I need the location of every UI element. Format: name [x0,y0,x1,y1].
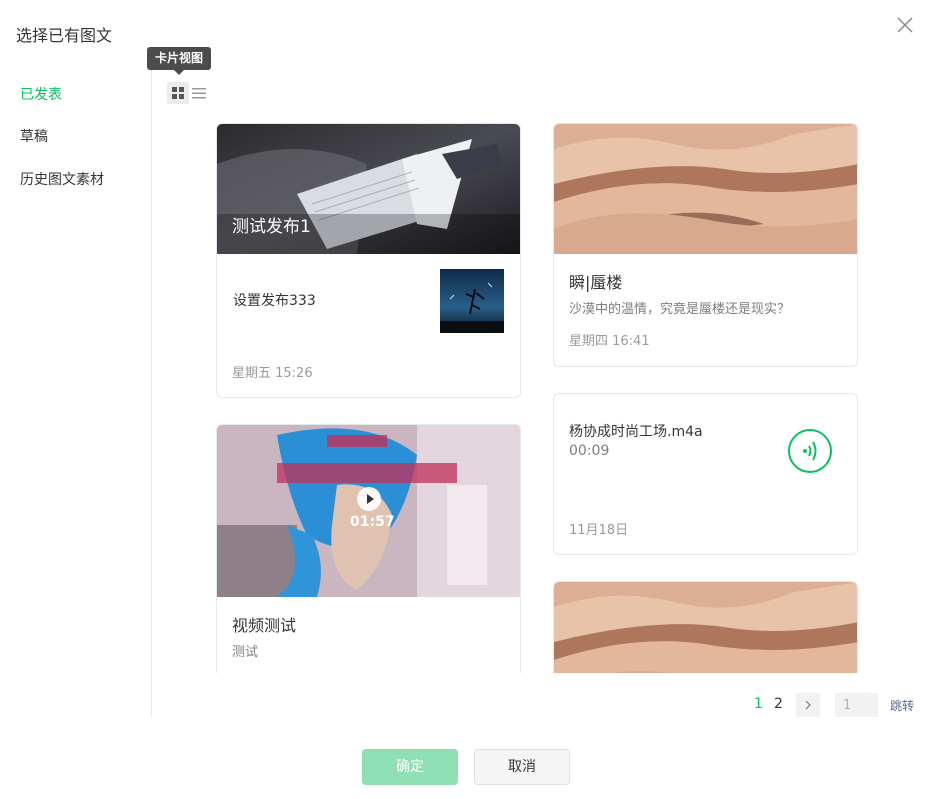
video-duration: 01:57 [350,514,395,530]
play-icon[interactable] [357,487,381,511]
cover-image [554,124,857,254]
close-icon[interactable] [893,13,917,37]
page-1[interactable]: 1 [754,696,763,712]
list-view-button[interactable] [191,84,207,102]
audio-card[interactable]: 杨协成时尚工场.m4a 00:09 11月18日 [553,393,858,555]
cover-image [554,582,857,673]
article-thumbnail [440,269,504,333]
video-title: 视频测试 [232,616,297,635]
article-time: 星期四 16:41 [569,334,650,349]
dialog-title: 选择已有图文 [16,26,113,45]
article-time: 星期五 15:26 [232,366,313,381]
sidebar: 已发表 草稿 历史图文素材 [0,70,152,717]
article-title: 瞬|蜃楼 [569,273,623,292]
cancel-button[interactable]: 取消 [474,749,570,785]
sidebar-item-drafts[interactable]: 草稿 [20,126,48,146]
list-icon [192,88,206,99]
audio-time: 11月18日 [569,523,629,538]
sidebar-item-published[interactable]: 已发表 [20,84,62,104]
article-card[interactable] [553,581,858,673]
page-2[interactable]: 2 [774,696,783,712]
article-card[interactable]: 瞬|蜃楼 沙漠中的温情，究竟是蜃楼还是现实？ 星期四 16:41 [553,123,858,367]
chevron-right-icon [805,700,811,710]
article-desc: 沙漠中的温情，究竟是蜃楼还是现实？ [569,302,791,317]
audio-title: 杨协成时尚工场.m4a [569,424,703,440]
video-desc: 测试 [232,645,259,660]
cover-title: 测试发布1 [232,217,311,237]
audio-play-icon[interactable] [788,429,832,473]
article-card[interactable]: 测试发布1 设置发布333 星期五 15:26 [216,123,521,398]
article-subtitle: 设置发布333 [233,293,316,309]
page-jump-input[interactable] [835,693,878,717]
video-card[interactable]: 01:57 视频测试 测试 [216,424,521,673]
sidebar-item-history[interactable]: 历史图文素材 [20,169,104,189]
tooltip-arrow [174,70,184,75]
video-cover: 01:57 [217,425,520,597]
card-view-button[interactable] [167,82,189,104]
grid-icon [172,87,184,99]
audio-duration: 00:09 [569,443,610,459]
content-area: 测试发布1 设置发布333 星期五 15:26 瞬|蜃楼 沙漠中的温情，究竟是蜃… [153,110,932,673]
card-view-tooltip: 卡片视图 [147,47,211,70]
confirm-button[interactable]: 确定 [362,749,458,785]
cover-image: 测试发布1 [217,124,520,254]
next-page-button[interactable] [796,693,820,717]
jump-link[interactable]: 跳转 [890,697,914,714]
